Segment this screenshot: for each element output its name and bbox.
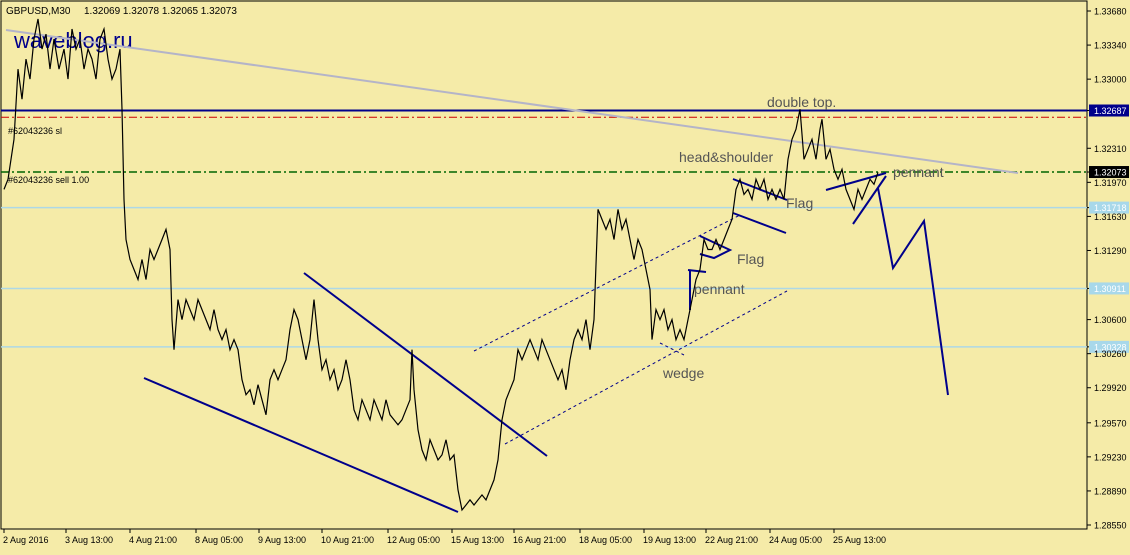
symbol-label: GBPUSD,M30 [6,6,71,17]
resistance-line[interactable] [5,29,1019,174]
annotation-pennant-left: pennant [694,281,745,297]
price-tick-label: 1.31630 [1094,212,1127,222]
time-tick-label: 19 Aug 13:00 [643,535,696,545]
time-tick-label: 25 Aug 13:00 [833,535,886,545]
time-tick-label: 16 Aug 21:00 [513,535,566,545]
time-tick-label: 8 Aug 05:00 [195,535,243,545]
downtrend-upper-line[interactable] [303,272,548,457]
price-tick-label: 1.31290 [1094,246,1127,256]
time-tick-label: 2 Aug 2016 [3,535,49,545]
annotation-head-shoulder: head&shoulder [679,149,774,165]
price-tick-label: 1.33680 [1094,7,1127,17]
chart: GBPUSD,M30 1.32069 1.32078 1.32065 1.320… [0,0,1130,550]
time-tick-label: 15 Aug 13:00 [451,535,504,545]
ohlc-label: 1.32069 1.32078 1.32065 1.32073 [84,6,237,17]
price-tick-label: 1.32687 [1094,106,1127,116]
time-tick-label: 24 Aug 05:00 [769,535,822,545]
annotation-flag-lower: Flag [737,251,764,267]
channel-lower-dashed[interactable] [504,290,788,445]
forecast-path[interactable] [877,187,949,396]
price-tick-label: 1.32310 [1094,144,1127,154]
time-tick-label: 18 Aug 05:00 [579,535,632,545]
price-tick-label: 1.33340 [1094,41,1127,51]
price-tick-label: 1.29570 [1094,418,1127,428]
price-tick-label: 1.31970 [1094,178,1127,188]
order-sell-label: #62043236 sell 1.00 [8,175,89,185]
annotation-pennant-right: pennant [893,164,944,180]
time-axis: 2 Aug 2016 3 Aug 13:00 4 Aug 21:00 8 Aug 05… [3,529,886,545]
time-tick-label: 3 Aug 13:00 [65,535,113,545]
price-tick-label: 1.30260 [1094,349,1127,359]
time-tick-label: 22 Aug 21:00 [705,535,758,545]
price-tick-label: 1.32073 [1094,168,1127,178]
trendlines [143,172,949,513]
order-sl-label: #62043236 sl [8,126,62,136]
price-tick-label: 1.28890 [1094,486,1127,496]
channel-lines [473,214,788,445]
chart-canvas: GBPUSD,M30 1.32069 1.32078 1.32065 1.320… [0,0,1129,545]
plot-frame [0,0,1088,530]
price-tick-label: 1.33000 [1094,75,1127,85]
price-tick-label: 1.28550 [1094,520,1127,530]
annotation-flag-upper: Flag [786,195,813,211]
price-tick-label: 1.30600 [1094,315,1127,325]
time-tick-label: 9 Aug 13:00 [258,535,306,545]
time-tick-label: 12 Aug 05:00 [387,535,440,545]
annotation-double-top: double top. [767,94,836,110]
annotation-wedge: wedge [662,365,704,381]
price-axis: 1.33680 1.33340 1.33000 1.32687 1.32310 1.320… [1087,7,1129,530]
downtrend-lower-line[interactable] [143,377,459,513]
time-tick-label: 10 Aug 21:00 [321,535,374,545]
price-tick-label: 1.30911 [1094,284,1126,294]
price-tick-label: 1.29920 [1094,383,1127,393]
flag-upper-bottom[interactable] [732,212,787,234]
price-tick-label: 1.29230 [1094,452,1127,462]
time-tick-label: 4 Aug 21:00 [129,535,177,545]
